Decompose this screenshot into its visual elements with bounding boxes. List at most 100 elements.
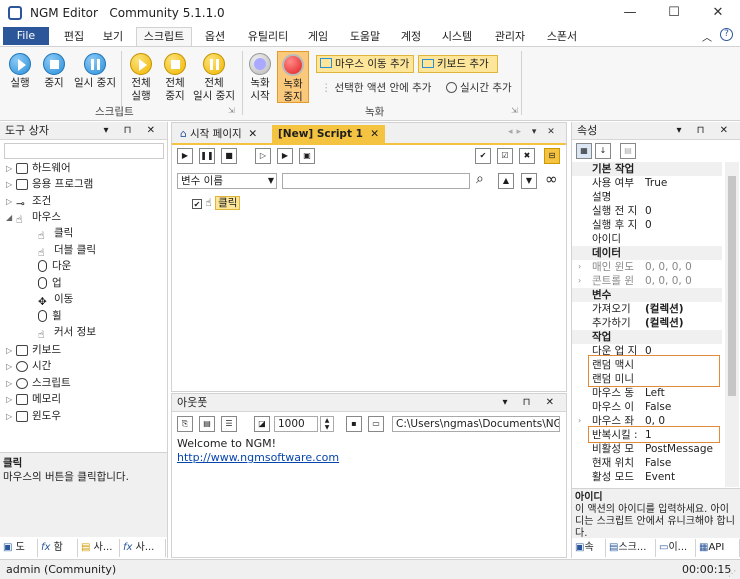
menu-file[interactable]: File [3,27,49,45]
script-node[interactable]: ✔ ☝ 클릭 [192,195,241,211]
infinity-icon[interactable]: ∞ [545,170,558,188]
output-path[interactable]: C:\Users\ngmas\Documents\NGM5\ [392,416,560,432]
tree-time[interactable]: ▷ 시간 [6,358,51,374]
eraser-icon[interactable]: ◪ [254,416,270,432]
category-action[interactable]: 작업 [572,330,722,344]
property-row[interactable]: 아이디 [572,232,722,246]
maximize-button[interactable]: ☐ [652,0,696,26]
folder-icon[interactable]: ▭ [368,416,384,432]
tree-view-icon[interactable]: ⊟ [544,148,560,164]
close-button[interactable]: ✕ [696,0,740,26]
property-row[interactable]: 마우스 이 False [572,400,722,414]
record-start-button[interactable]: 녹화 시작 [245,53,275,103]
record-stop-button[interactable]: 녹화 중지 [277,51,309,103]
document-icon[interactable]: ▤ [199,416,215,432]
step-icon[interactable]: ▷ [255,148,271,164]
tree-mouse[interactable]: ◢ ☝ 마우스 [6,209,61,226]
delete-icon[interactable]: ✖ [519,148,535,164]
sort-az-icon[interactable]: ↓ [595,143,611,159]
tree-down[interactable]: 다운 [38,258,71,274]
scrollbar-thumb[interactable] [728,176,736,396]
property-row[interactable]: 실행 후 지0 [572,218,722,232]
panel-controls[interactable]: ▾ ⊓ ✕ [103,122,161,140]
tab-api[interactable]: ▦API [696,539,740,557]
property-row[interactable]: 가져오기 (컬렉션) [572,302,722,316]
tab-functions[interactable]: fx 함 [38,539,78,557]
menu-sponsor[interactable]: 스폰서 [540,28,584,45]
stop-button[interactable]: 중지 [38,53,70,90]
property-pages-icon[interactable]: ▤ [620,143,636,159]
step-into-icon[interactable]: ▶ [277,148,293,164]
property-row[interactable]: 마우스 동 Left [572,386,722,400]
tab-script-1[interactable]: [New] Script 1 ✕ [272,125,386,144]
category-basic[interactable]: 기본 작업 [572,162,722,176]
add-in-selected-button[interactable]: ⋮ 선택한 액션 안에 추가 [318,80,444,98]
node-checkbox[interactable]: ✔ [192,199,202,209]
pause-script-icon[interactable]: ❚❚ [199,148,215,164]
property-row[interactable]: 추가하기 (컬렉션) [572,316,722,330]
add-keyboard-button[interactable]: 키보드 추가 [418,55,498,73]
tree-window[interactable]: ▷ 윈도우 [6,408,61,424]
tab-nav[interactable]: ◂▸ ▾ ✕ [508,127,559,137]
menu-admin[interactable]: 관리자 [488,28,532,45]
property-scrollbar[interactable] [725,162,739,487]
check-all-icon[interactable]: ✔ [475,148,491,164]
tree-double-click[interactable]: ☝ 더블 클릭 [38,242,96,259]
check-icon[interactable]: ☑ [497,148,513,164]
stop-all-button[interactable]: 전체 중지 [158,53,192,103]
menu-account[interactable]: 계정 [395,28,427,45]
panel-controls[interactable]: ▾ ⊓ ✕ [502,394,560,412]
up-icon[interactable]: ▲ [498,173,514,189]
tree-click[interactable]: ☝ 클릭 [38,225,73,242]
tab-user1[interactable]: ▤ 사... [78,539,120,557]
property-row[interactable]: 설명 [572,190,722,204]
collapse-ribbon-icon[interactable]: ︿ [702,29,712,44]
tree-memory[interactable]: ▷ 메모리 [6,391,61,407]
run-button[interactable]: 실행 [4,53,36,90]
menu-utility[interactable]: 유틸리티 [240,28,296,45]
pause-all-button[interactable]: 전체 일시 중지 [190,53,238,103]
property-row[interactable]: › 콘트롤 윈 0, 0, 0, 0 [572,274,722,288]
property-row[interactable]: 활성 모드 Event [572,470,722,484]
tree-up[interactable]: 업 [38,275,62,291]
help-icon[interactable]: ? [720,28,733,41]
menu-script[interactable]: 스크립트 [136,27,192,46]
property-row[interactable]: 사용 여부 True [572,176,722,190]
output-link[interactable]: http://www.ngmsoftware.com [177,451,339,464]
pause-button[interactable]: 일시 중지 [70,53,120,90]
close-tab-icon[interactable]: ✕ [248,128,257,140]
menu-edit[interactable]: 편집 [58,28,90,45]
add-realtime-button[interactable]: 실시간 추가 [443,80,519,98]
tree-cursor-info[interactable]: ☝ 커서 정보 [38,324,96,341]
dialog-launcher-icon[interactable]: ⇲ [511,106,518,115]
variable-select[interactable]: 변수 이름 ▼ [177,173,277,189]
run-all-button[interactable]: 전체 실행 [124,53,158,103]
close-tab-icon[interactable]: ✕ [370,128,379,140]
tab-script-list[interactable]: ▤스크... [606,539,656,557]
resize-grip-icon[interactable]: ⋰ [728,564,736,579]
property-row[interactable]: 실행 전 지0 [572,204,722,218]
add-mouse-move-button[interactable]: 마우스 이동 추가 [316,55,414,73]
variable-input[interactable] [282,173,470,189]
play-script-icon[interactable]: ▶ [177,148,193,164]
tree-move[interactable]: ✥ 이동 [38,291,73,308]
panel-controls[interactable]: ▾ ⊓ ✕ [676,122,734,140]
categorized-icon[interactable]: ▦ [576,143,592,159]
save-icon[interactable]: ▪ [346,416,362,432]
copy-icon[interactable]: ⎘ [177,416,193,432]
tree-condition[interactable]: ▷ ⊸ 조건 [6,193,51,210]
property-row[interactable]: › 매인 윈도 0, 0, 0, 0 [572,260,722,274]
tree-keyboard[interactable]: ▷ 키보드 [6,342,61,358]
stop-script-icon[interactable]: ■ [221,148,237,164]
menu-view[interactable]: 보기 [97,28,129,45]
stepper-icon[interactable]: ▲ ▼ [320,416,334,432]
menu-system[interactable]: 시스템 [435,28,479,45]
line-count-input[interactable]: 1000 [274,416,318,432]
tab-toolbox[interactable]: ▣ 도 [0,539,38,557]
menu-options[interactable]: 옵션 [199,28,231,45]
tab-images[interactable]: ▭이... [656,539,696,557]
category-variables[interactable]: 변수 [572,288,722,302]
list-icon[interactable]: ☰ [221,416,237,432]
tab-properties[interactable]: ▣속 [572,539,606,557]
search-icon[interactable]: ⌕ [476,171,484,187]
